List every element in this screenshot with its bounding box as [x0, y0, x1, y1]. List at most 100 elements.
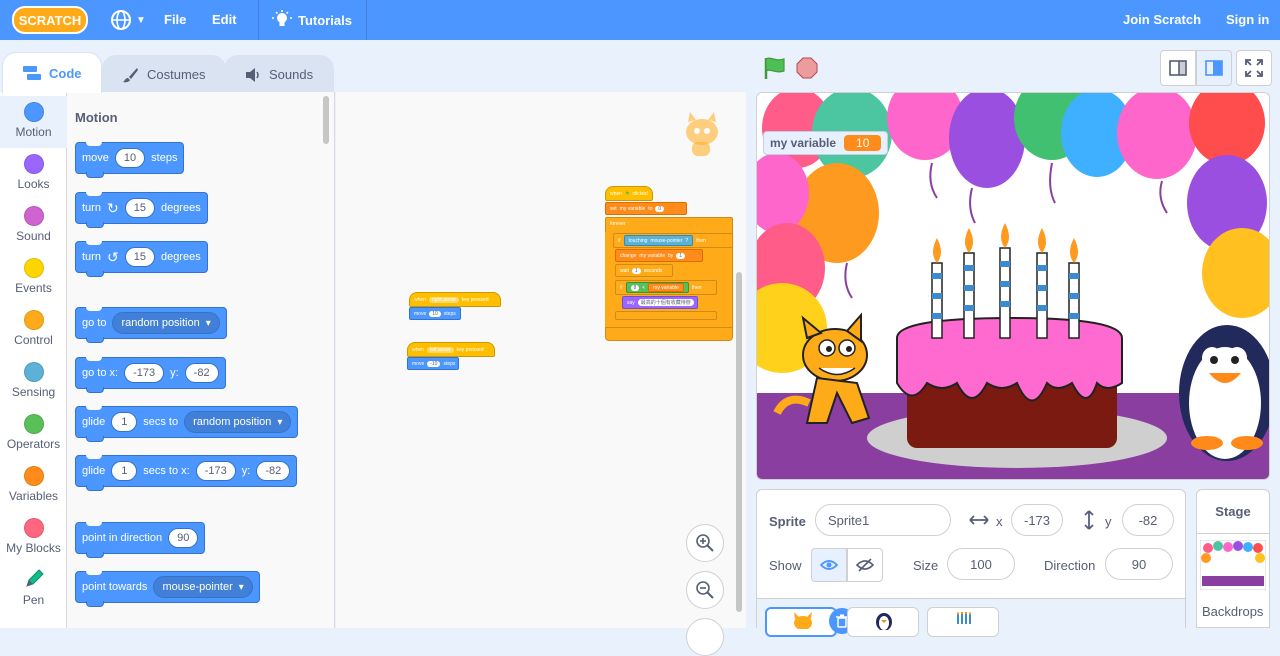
stage-selector-panel[interactable]: Stage Backdrops	[1196, 489, 1270, 628]
script-area[interactable]: when right arrow key pressed move 10 ste…	[336, 92, 746, 656]
stop-button[interactable]	[796, 57, 818, 79]
value-input[interactable]: 1	[676, 252, 686, 259]
script-change-variable[interactable]: change my variable by 1	[615, 249, 703, 262]
tutorials-button[interactable]: Tutorials	[258, 0, 366, 40]
touching-condition[interactable]: touching mouse-pointer ?	[623, 235, 694, 246]
tab-code[interactable]: Code	[2, 52, 102, 93]
value-input[interactable]: 8	[630, 284, 640, 291]
target-dropdown[interactable]: random position	[184, 411, 292, 433]
secs-input[interactable]: 1	[111, 461, 138, 481]
script-when-flag-clicked[interactable]: when ⚑ clicked	[605, 186, 653, 201]
backdrop-thumbnail[interactable]	[1200, 540, 1266, 590]
variable-dropdown[interactable]: my variable	[639, 253, 665, 259]
script-when-left-arrow[interactable]: when left arrow key pressed	[407, 342, 495, 357]
direction-input[interactable]: 90	[1105, 548, 1173, 580]
scratch-logo[interactable]: SCRATCH	[12, 6, 88, 34]
zoom-reset-button[interactable]	[686, 618, 724, 656]
value-input[interactable]: 0	[655, 205, 665, 212]
zoom-out-icon	[696, 581, 714, 599]
block-turn-left[interactable]: turn ↺ 15 degrees	[75, 241, 208, 277]
steps-input[interactable]: 10	[114, 148, 146, 168]
key-dropdown[interactable]: left arrow	[426, 346, 454, 353]
category-pen[interactable]: Pen	[0, 564, 67, 616]
file-menu[interactable]: File	[164, 12, 186, 27]
block-go-to[interactable]: go to random position	[75, 307, 227, 343]
chevron-down-icon: ▼	[136, 14, 146, 26]
category-my-blocks[interactable]: My Blocks	[0, 512, 67, 564]
show-sprite-button[interactable]	[811, 548, 847, 582]
zoom-out-button[interactable]	[686, 571, 724, 609]
x-input[interactable]: -173	[1011, 504, 1063, 536]
edit-menu[interactable]: Edit	[212, 12, 237, 27]
target-dropdown[interactable]: random position	[112, 312, 220, 334]
script-move-left[interactable]: move -10 steps	[407, 357, 459, 370]
control-dot-icon	[23, 310, 44, 330]
script-area-scrollbar[interactable]	[736, 272, 742, 612]
direction-input[interactable]: 90	[168, 528, 199, 548]
small-stage-button[interactable]	[1160, 50, 1196, 86]
variable-dropdown[interactable]: my variable	[620, 206, 646, 212]
y-input[interactable]: -82	[256, 461, 291, 481]
y-input[interactable]: -82	[184, 363, 219, 383]
script-wait[interactable]: wait 1 seconds	[615, 264, 673, 277]
target-dropdown[interactable]: mouse-pointer	[650, 238, 682, 244]
variable-reporter[interactable]: my variable	[648, 283, 684, 292]
block-point-in-direction[interactable]: point in direction 90	[75, 522, 206, 558]
size-input[interactable]: 100	[947, 548, 1015, 580]
category-label: Control	[14, 333, 53, 347]
category-variables[interactable]: Variables	[0, 460, 67, 512]
message-input[interactable]: 最高的十個有收藏待辦	[637, 299, 694, 306]
direction-label: Direction	[1044, 558, 1096, 573]
tab-sounds[interactable]: Sounds	[224, 55, 334, 93]
script-set-variable[interactable]: set my variable to 0	[605, 202, 687, 215]
sprite-name-input[interactable]: Sprite1	[815, 504, 951, 536]
secs-input[interactable]: 1	[111, 412, 138, 432]
block-go-to-xy[interactable]: go to x: -173 y: -82	[75, 357, 226, 393]
speaker-icon	[246, 67, 259, 82]
block-move-steps[interactable]: move 10 steps	[75, 142, 185, 178]
vertical-arrow-icon	[1084, 510, 1094, 530]
hide-sprite-button[interactable]	[847, 548, 883, 582]
script-if-compare[interactable]: if 8 < my variable then	[615, 280, 717, 295]
palette-scrollbar[interactable]	[323, 96, 329, 144]
block-point-towards[interactable]: point towards mouse-pointer	[75, 571, 260, 607]
script-when-right-arrow[interactable]: when right arrow key pressed	[409, 292, 501, 307]
degrees-input[interactable]: 15	[124, 247, 155, 267]
category-control[interactable]: Control	[0, 304, 67, 356]
key-dropdown[interactable]: right arrow	[428, 296, 459, 303]
category-motion[interactable]: Motion	[0, 96, 67, 148]
sprite-thumbnail-penguin[interactable]	[847, 607, 919, 637]
degrees-input[interactable]: 15	[124, 198, 155, 218]
stage-canvas[interactable]: my variable 10	[756, 92, 1270, 480]
x-input[interactable]: -173	[195, 461, 236, 481]
language-menu[interactable]: ▼	[110, 8, 148, 32]
tab-costumes[interactable]: Costumes	[102, 55, 226, 93]
sprite-thumbnail-cat[interactable]	[765, 607, 855, 637]
category-sensing[interactable]: Sensing	[0, 356, 67, 408]
category-events[interactable]: Events	[0, 252, 67, 304]
category-sound[interactable]: Sound	[0, 200, 67, 252]
y-input[interactable]: -82	[1122, 504, 1174, 536]
x-input[interactable]: -173	[124, 363, 165, 383]
large-stage-button[interactable]	[1196, 50, 1232, 86]
variable-monitor[interactable]: my variable 10	[763, 131, 889, 155]
target-dropdown[interactable]: mouse-pointer	[153, 576, 253, 598]
join-scratch-link[interactable]: Join Scratch	[1123, 12, 1201, 27]
zoom-in-button[interactable]	[686, 524, 724, 562]
less-than-condition[interactable]: 8 < my variable	[625, 282, 689, 293]
script-move-right[interactable]: move 10 steps	[409, 307, 461, 320]
green-flag-button[interactable]	[762, 56, 786, 80]
block-turn-right[interactable]: turn ↻ 15 degrees	[75, 192, 208, 228]
block-glide-to-xy[interactable]: glide 1 secs to x: -173 y: -82	[75, 455, 298, 491]
script-say[interactable]: say 最高的十個有收藏待辦	[622, 296, 698, 309]
steps-input[interactable]: -10	[427, 360, 441, 367]
seconds-input[interactable]: 1	[631, 267, 641, 274]
sprite-thumbnail-cake[interactable]	[927, 607, 999, 637]
block-glide-to[interactable]: glide 1 secs to random position	[75, 406, 299, 442]
script-if-touching[interactable]: if touching mouse-pointer ? then	[613, 233, 733, 248]
category-operators[interactable]: Operators	[0, 408, 67, 460]
fullscreen-button[interactable]	[1236, 50, 1272, 86]
category-looks[interactable]: Looks	[0, 148, 67, 200]
steps-input[interactable]: 10	[429, 310, 441, 317]
sign-in-link[interactable]: Sign in	[1226, 12, 1269, 27]
